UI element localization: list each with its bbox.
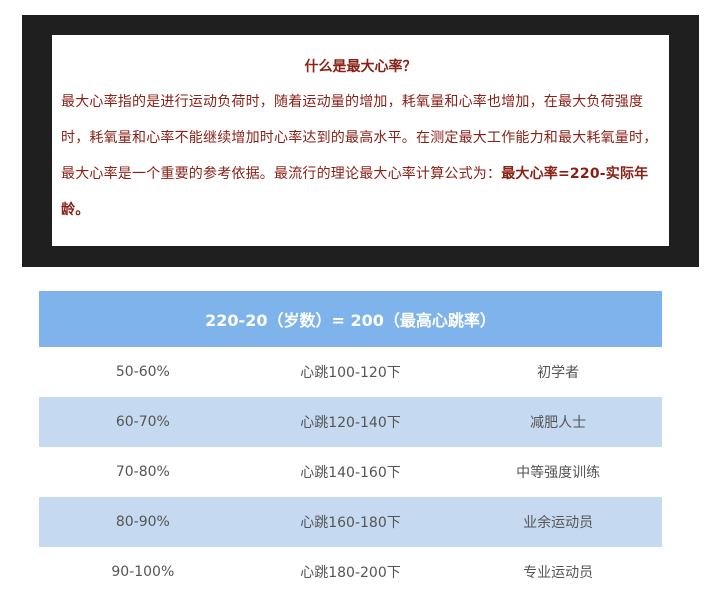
heartbeat-cell: 心跳120-140下 xyxy=(246,397,455,447)
group-cell: 中等强度训练 xyxy=(454,447,662,497)
table-header: 220-20（岁数）= 200（最高心跳率） xyxy=(39,291,662,347)
definition-card: 什么是最大心率？ 最大心率指的是进行运动负荷时，随着运动量的增加，耗氧量和心率也… xyxy=(52,35,669,246)
card-body: 最大心率指的是进行运动负荷时，随着运动量的增加，耗氧量和心率也增加，在最大负荷强… xyxy=(61,84,660,228)
table-header-row: 220-20（岁数）= 200（最高心跳率） xyxy=(39,291,662,347)
percent-cell: 90-100% xyxy=(39,547,247,597)
group-cell: 业余运动员 xyxy=(454,497,662,547)
heartbeat-cell: 心跳160-180下 xyxy=(246,497,455,547)
table-row: 70-80% 心跳140-160下 中等强度训练 xyxy=(39,447,662,497)
heartbeat-cell: 心跳140-160下 xyxy=(246,447,455,497)
percent-cell: 70-80% xyxy=(39,447,247,497)
table-row: 90-100% 心跳180-200下 专业运动员 xyxy=(39,547,662,597)
group-cell: 专业运动员 xyxy=(454,547,662,597)
heartbeat-cell: 心跳100-120下 xyxy=(246,347,455,397)
group-cell: 减肥人士 xyxy=(454,397,662,447)
heartbeat-cell: 心跳180-200下 xyxy=(246,547,455,597)
percent-cell: 60-70% xyxy=(39,397,247,447)
table-row: 80-90% 心跳160-180下 业余运动员 xyxy=(39,497,662,547)
group-cell: 初学者 xyxy=(454,347,662,397)
table-row: 50-60% 心跳100-120下 初学者 xyxy=(39,347,662,397)
percent-cell: 50-60% xyxy=(39,347,247,397)
card-title: 什么是最大心率？ xyxy=(304,59,417,75)
heart-rate-table: 220-20（岁数）= 200（最高心跳率） 50-60% 心跳100-120下… xyxy=(39,291,662,597)
percent-cell: 80-90% xyxy=(39,497,247,547)
table-row: 60-70% 心跳120-140下 减肥人士 xyxy=(39,397,662,447)
